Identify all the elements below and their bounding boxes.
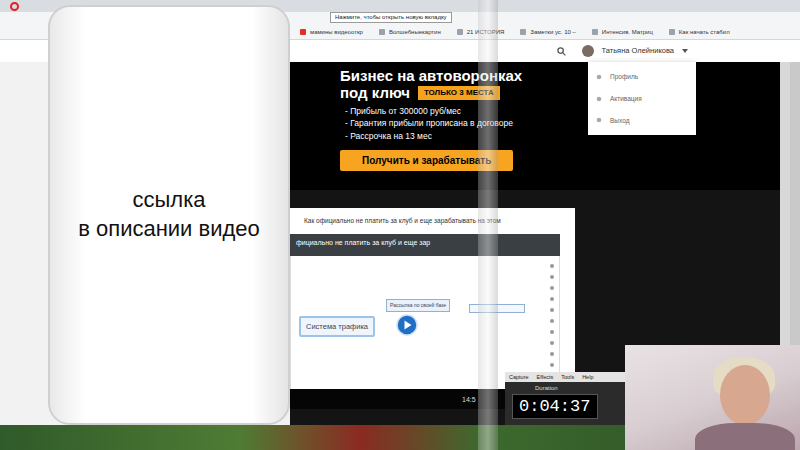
video-frame[interactable]: Система трафика Рассылка по своей базе (290, 256, 560, 389)
recorder-menu: Capture Effects Tools Help (505, 372, 625, 382)
banner-subtitle: под ключ (340, 85, 410, 102)
webcam-face (720, 365, 770, 425)
webcam-body (695, 423, 795, 450)
caret-icon[interactable] (682, 49, 688, 53)
user-name[interactable]: Татьяна Олейникова (602, 45, 674, 56)
sidebar-dot (550, 363, 554, 367)
bookmark-label[interactable]: Волшебныекартин (389, 29, 441, 36)
banner-title: Бизнес на автоворонках (340, 68, 780, 85)
lesson-title: Как официально не платить за клуб и еще … (290, 208, 575, 234)
webcam-video (625, 345, 800, 450)
bookmark-icon (669, 29, 675, 35)
transition-strip (478, 0, 498, 450)
sidebar-dot (550, 286, 554, 290)
banner-subtitle-row: под ключТОЛЬКО 3 МЕСТА (340, 85, 780, 102)
user-menu: Профиль Активация Выход (588, 62, 696, 135)
new-tab-tooltip: Нажмите, чтобы открыть новую вкладку (330, 12, 452, 23)
banner-bullet: - Гарантия прибыли прописана в договоре (345, 117, 780, 129)
menu-item-icon (596, 74, 602, 80)
user-menu-label[interactable]: Профиль (610, 72, 638, 82)
duration-display: 0:04:37 (512, 394, 598, 419)
caption-line: в описании видео (78, 215, 260, 244)
user-menu-label[interactable]: Активация (610, 94, 642, 104)
diagram-node: Рассылка по своей базе (386, 299, 450, 313)
sidebar-dot (550, 352, 554, 356)
user-menu-item[interactable]: Активация (588, 88, 696, 110)
sidebar-dot (550, 330, 554, 334)
bookmark-icon (520, 29, 526, 35)
banner-bullet: - Прибыль от 300000 руб/мес (345, 105, 780, 117)
sidebar-dot (550, 308, 554, 312)
bookmark-icon (300, 29, 306, 35)
bookmark-label[interactable]: мамины видеооткр (310, 29, 363, 36)
overlay-caption: ссылкав описании видео (78, 186, 260, 243)
sidebar-dot (550, 264, 554, 268)
sidebar-dot (550, 319, 554, 323)
banner-bullet: - Рассрочка на 13 мес (345, 130, 780, 142)
bookmark-icon (379, 29, 385, 35)
video-sidebar (550, 264, 554, 374)
bookmark-label[interactable]: Заметки ус. 10 – (530, 29, 576, 36)
play-icon[interactable] (396, 314, 418, 336)
avatar-icon[interactable] (582, 45, 594, 57)
recorder-menu-item[interactable]: Help (582, 373, 593, 381)
recorder-widget: Capture Effects Tools HelpDuration0:04:37 (505, 372, 625, 425)
screen: мамины видеооткрВолшебныекартин21 ИСТОРИ… (0, 0, 800, 450)
sidebar-dot (550, 341, 554, 345)
bookmark-item[interactable]: мамины видеооткр (300, 29, 363, 36)
bookmark-item[interactable]: Интенсив. Матриц (592, 29, 653, 36)
recorder-menu-item[interactable]: Tools (561, 373, 574, 381)
promo-banner: Бизнес на автоворонкахпод ключТОЛЬКО 3 М… (290, 62, 780, 190)
bookmark-icon (592, 29, 598, 35)
video-time: 14:5 (462, 396, 476, 403)
sidebar-dot (550, 275, 554, 279)
search-icon[interactable] (557, 47, 566, 56)
user-menu-item[interactable]: Профиль (588, 66, 696, 88)
banner-bullets: - Прибыль от 300000 руб/мес- Гарантия пр… (340, 105, 780, 142)
bookmark-item[interactable]: Заметки ус. 10 – (520, 29, 576, 36)
menu-item-icon (596, 117, 602, 123)
recorder-menu-item[interactable]: Capture (509, 373, 529, 381)
overlay-panel: ссылкав описании видео (48, 5, 290, 425)
menu-item-icon (596, 96, 602, 102)
sidebar-dot (550, 297, 554, 301)
caption-line: ссылка (78, 186, 260, 215)
opera-icon[interactable] (10, 2, 19, 11)
recorder-menu-item[interactable]: Effects (537, 373, 554, 381)
duration-label: Duration (505, 382, 625, 394)
user-menu-label[interactable]: Выход (610, 116, 629, 126)
bookmark-item[interactable]: Волшебныекартин (379, 29, 441, 36)
bookmark-label[interactable]: Интенсив. Матриц (602, 29, 653, 36)
diagram-node: Система трафика (299, 316, 375, 337)
video-title: фициально не платить за клуб и еще зар (290, 234, 560, 256)
user-menu-item[interactable]: Выход (588, 110, 696, 132)
bookmark-icon (457, 29, 463, 35)
bookmark-item[interactable]: Как начать стабил (669, 29, 730, 36)
bookmark-label[interactable]: Как начать стабил (679, 29, 730, 36)
